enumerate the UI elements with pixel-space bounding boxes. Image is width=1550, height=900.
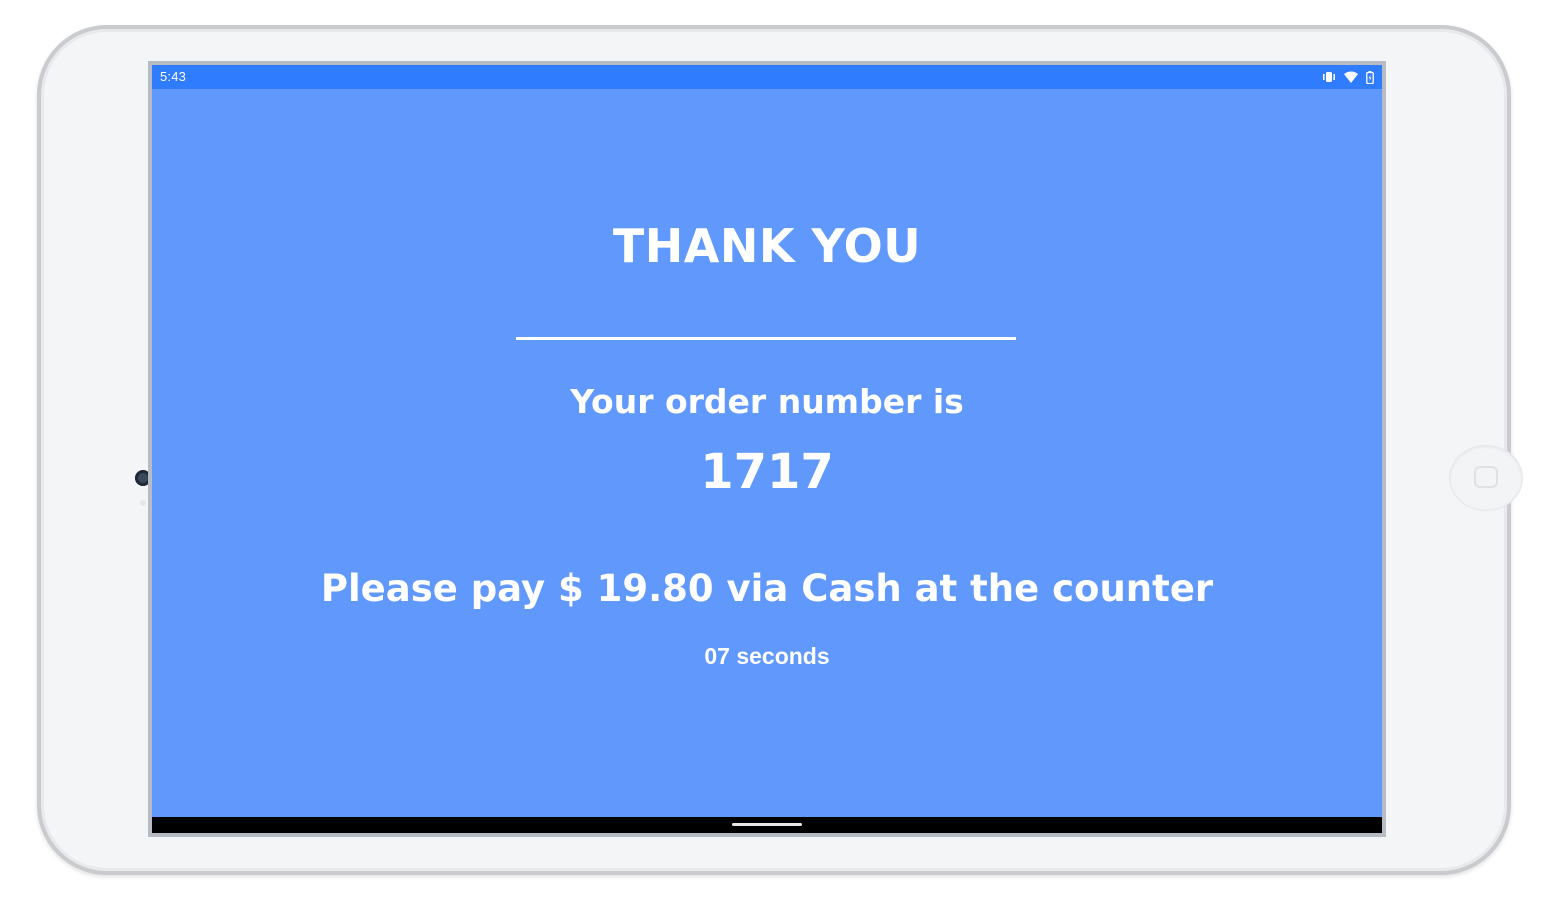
vibrate-icon [1322,71,1336,83]
order-number-label: Your order number is [570,382,964,421]
home-button[interactable] [1450,446,1522,510]
payment-instructions: Please pay $ 19.80 via Cash at the count… [320,567,1214,610]
wifi-icon [1344,71,1358,83]
order-number: 1717 [700,444,834,500]
thank-you-title: THANK YOU [612,219,922,273]
status-bar: 5:43 [152,65,1382,89]
title-divider [516,337,1016,340]
sensor-icon [140,500,146,506]
battery-icon [1366,70,1374,84]
status-icons [1322,69,1374,85]
home-gesture-handle[interactable] [732,823,802,826]
order-confirmation: THANK YOU Your order number is 1717 Plea… [152,89,1382,817]
navigation-bar [152,817,1382,833]
tablet-screen: 5:43 THANK YOU Your order number is 1717… [148,61,1386,837]
status-time: 5:43 [160,69,187,84]
home-square-icon [1474,466,1498,488]
countdown-timer: 07 seconds [704,643,830,669]
